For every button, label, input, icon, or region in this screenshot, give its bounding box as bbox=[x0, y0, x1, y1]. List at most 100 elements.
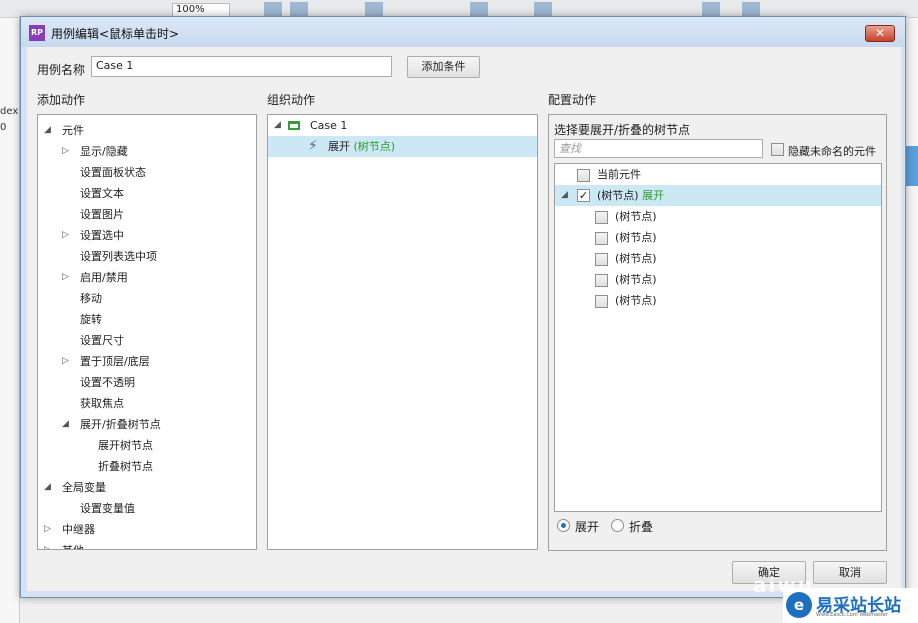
toolbar-tool-icon[interactable] bbox=[702, 2, 720, 16]
tree-item[interactable]: 设置列表选中项 bbox=[38, 246, 256, 267]
tree-item[interactable]: 设置尺寸 bbox=[38, 330, 256, 351]
tree-item[interactable]: ▷ 设置选中 bbox=[38, 225, 256, 246]
root-node-checkbox[interactable]: ✓ bbox=[577, 189, 590, 202]
site-logo-icon: e bbox=[786, 592, 812, 618]
hide-unnamed-label: 隐藏未命名的元件 bbox=[788, 145, 876, 158]
tree-item[interactable]: 设置不透明 bbox=[38, 372, 256, 393]
toolbar-tool-icon[interactable] bbox=[470, 2, 488, 16]
child-node-checkbox[interactable] bbox=[595, 211, 608, 224]
tree-item[interactable]: ◢ 展开/折叠树节点 bbox=[38, 414, 256, 435]
action-label: 展开 (树节点) bbox=[328, 140, 396, 153]
app-logo-icon: RP bbox=[29, 25, 45, 41]
organize-action-heading: 组织动作 bbox=[267, 93, 316, 107]
tree-item-label: 设置列表选中项 bbox=[80, 250, 157, 263]
collapse-radio[interactable] bbox=[611, 519, 624, 532]
child-node-checkbox[interactable] bbox=[595, 232, 608, 245]
tree-item[interactable]: ▷ 置于顶层/底层 bbox=[38, 351, 256, 372]
tree-item[interactable]: ▷ 启用/禁用 bbox=[38, 267, 256, 288]
search-input[interactable]: 查找 bbox=[554, 139, 763, 158]
site-logo: e 易采站长站 Www.Easck.Com Webmaster bbox=[783, 588, 918, 623]
collapsed-arrow-icon[interactable]: ▷ bbox=[62, 225, 69, 246]
close-button[interactable]: ✕ bbox=[865, 25, 895, 42]
site-subtitle: Www.Easck.Com Webmaster bbox=[816, 612, 888, 618]
tree-item-label: 折叠树节点 bbox=[98, 460, 153, 473]
action-row-selected[interactable]: ⚡ 展开 (树节点) bbox=[268, 136, 537, 157]
tree-item-label: 设置图片 bbox=[80, 208, 124, 221]
tree-item-label: 设置不透明 bbox=[80, 376, 135, 389]
tree-item-label: 设置文本 bbox=[80, 187, 124, 200]
toolbar-tool-icon[interactable] bbox=[264, 2, 282, 16]
tree-item-label: 中继器 bbox=[62, 523, 95, 536]
tree-item-label: 元件 bbox=[62, 124, 84, 137]
add-action-heading: 添加动作 bbox=[37, 93, 86, 107]
configure-action-heading: 配置动作 bbox=[548, 93, 597, 107]
expand-radio-label: 展开 bbox=[575, 520, 600, 534]
lightning-icon: ⚡ bbox=[308, 138, 318, 154]
tree-item-label: 显示/隐藏 bbox=[80, 145, 128, 158]
child-node-checkbox[interactable] bbox=[595, 274, 608, 287]
collapsed-arrow-icon[interactable]: ▷ bbox=[62, 267, 69, 288]
case-name-input[interactable]: Case 1 bbox=[91, 56, 392, 77]
add-condition-button[interactable]: 添加条件 bbox=[407, 56, 480, 78]
tree-item[interactable]: 设置变量值 bbox=[38, 498, 256, 519]
tree-item-label: 设置尺寸 bbox=[80, 334, 124, 347]
dialog-titlebar[interactable]: RP 用例编辑<鼠标单击时> ✕ bbox=[21, 17, 905, 47]
child-node-label: (树节点) bbox=[615, 252, 657, 265]
hide-unnamed-checkbox[interactable] bbox=[771, 143, 784, 156]
tree-item[interactable]: 设置面板状态 bbox=[38, 162, 256, 183]
collapsed-arrow-icon[interactable]: ▷ bbox=[44, 540, 51, 549]
expand-radio[interactable] bbox=[557, 519, 570, 532]
node-tree[interactable]: 当前元件 ◢ ✓ (树节点) 展开 (树节点) (树节点) (树节点) (树节点) (树… bbox=[554, 163, 882, 512]
tree-item[interactable]: ◢ 元件 bbox=[38, 120, 256, 141]
expanded-arrow-icon: ◢ bbox=[274, 120, 281, 130]
tree-item[interactable]: 获取焦点 bbox=[38, 393, 256, 414]
tree-item[interactable]: 旋转 bbox=[38, 309, 256, 330]
right-sidebar bbox=[905, 18, 918, 623]
case-label: Case 1 bbox=[310, 119, 348, 132]
tree-item[interactable]: 设置文本 bbox=[38, 183, 256, 204]
tree-item-label: 设置变量值 bbox=[80, 502, 135, 515]
toolbar-tool-icon[interactable] bbox=[365, 2, 383, 16]
current-widget-label: 当前元件 bbox=[597, 168, 641, 181]
child-node-checkbox[interactable] bbox=[595, 295, 608, 308]
tree-item-label: 设置选中 bbox=[80, 229, 124, 242]
child-node-label: (树节点) bbox=[615, 231, 657, 244]
tree-item-label: 展开/折叠树节点 bbox=[80, 418, 161, 431]
tree-item[interactable]: 展开树节点 bbox=[38, 435, 256, 456]
collapsed-arrow-icon[interactable]: ▷ bbox=[62, 141, 69, 162]
tree-item[interactable]: 折叠树节点 bbox=[38, 456, 256, 477]
expanded-arrow-icon[interactable]: ◢ bbox=[44, 120, 51, 141]
tree-item[interactable]: ▷ 中继器 bbox=[38, 519, 256, 540]
child-node-checkbox[interactable] bbox=[595, 253, 608, 266]
add-action-tree[interactable]: ▲ ▼ ◢元件▷显示/隐藏设置面板状态设置文本设置图片▷设置选中设置列表选中项▷… bbox=[37, 114, 257, 550]
zoom-select[interactable]: 100% bbox=[172, 3, 230, 17]
root-node-row[interactable]: ◢ ✓ (树节点) 展开 bbox=[555, 185, 881, 206]
organize-action-tree[interactable]: ◢ Case 1 ⚡ 展开 (树节点) bbox=[267, 114, 538, 550]
toolbar-tool-icon[interactable] bbox=[290, 2, 308, 16]
tree-item[interactable]: 设置图片 bbox=[38, 204, 256, 225]
tree-item[interactable]: ▷ 显示/隐藏 bbox=[38, 141, 256, 162]
tree-item-label: 移动 bbox=[80, 292, 102, 305]
tree-item[interactable]: ▷ 其他 bbox=[38, 540, 256, 549]
tree-item[interactable]: 移动 bbox=[38, 288, 256, 309]
case-row[interactable]: ◢ Case 1 bbox=[268, 115, 537, 136]
expanded-arrow-icon[interactable]: ◢ bbox=[44, 477, 51, 498]
child-node-label: (树节点) bbox=[615, 210, 657, 223]
tree-item[interactable]: ◢ 全局变量 bbox=[38, 477, 256, 498]
tree-item-label: 启用/禁用 bbox=[80, 271, 128, 284]
tree-item-label: 其他 bbox=[62, 540, 84, 549]
dialog-body: 用例名称 Case 1 添加条件 添加动作 组织动作 配置动作 ▲ ▼ ◢元件▷… bbox=[27, 47, 901, 591]
sidebar-label: dex bbox=[0, 106, 19, 117]
expanded-arrow-icon[interactable]: ◢ bbox=[62, 414, 69, 435]
child-node-label: (树节点) bbox=[615, 273, 657, 286]
collapsed-arrow-icon[interactable]: ▷ bbox=[62, 351, 69, 372]
configure-action-panel: 选择要展开/折叠的树节点 查找 隐藏未命名的元件 当前元件 ◢ ✓ (树节点) … bbox=[548, 114, 887, 551]
collapse-radio-label: 折叠 bbox=[629, 520, 654, 534]
child-node-label: (树节点) bbox=[615, 294, 657, 307]
collapsed-arrow-icon[interactable]: ▷ bbox=[44, 519, 51, 540]
current-widget-checkbox[interactable] bbox=[577, 169, 590, 182]
case-name-label: 用例名称 bbox=[37, 63, 86, 77]
toolbar-tool-icon[interactable] bbox=[534, 2, 552, 16]
toolbar-tool-icon[interactable] bbox=[742, 2, 760, 16]
tree-item-label: 设置面板状态 bbox=[80, 166, 146, 179]
